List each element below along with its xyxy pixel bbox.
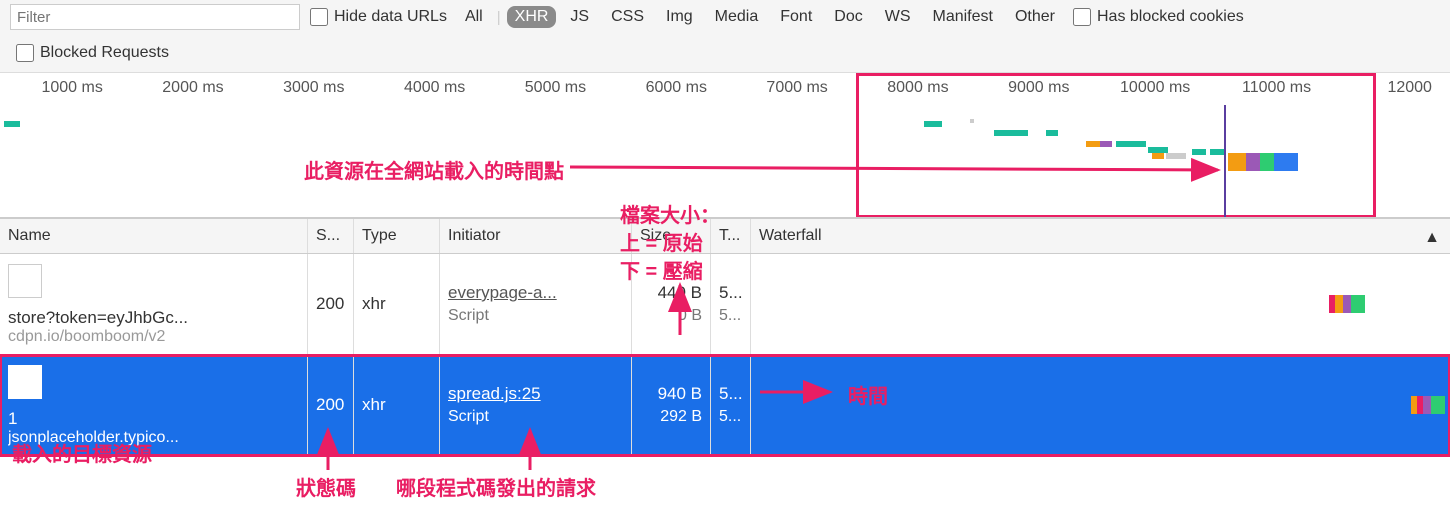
anno-status-code: 狀態碼 (296, 472, 356, 501)
size-resource: 292 B (640, 408, 702, 426)
hide-data-urls-checkbox[interactable]: Hide data URLs (310, 8, 447, 26)
file-icon (8, 264, 42, 298)
anno-timeline-point: 此資源在全網站載入的時間點 (304, 155, 564, 184)
type-filters: All | XHR JS CSS Img Media Font Doc WS M… (457, 6, 1063, 28)
status-cell: 200 (308, 254, 354, 354)
size-transfer: 440 B (640, 283, 702, 303)
file-icon (8, 365, 42, 399)
wf-seg (1423, 396, 1431, 414)
type-filter-font[interactable]: Font (772, 6, 820, 28)
dom-ready-marker (1224, 105, 1226, 217)
wf-chip (1192, 149, 1206, 155)
wf-chip (970, 119, 974, 123)
request-name: 1 (8, 409, 179, 429)
tick: 7000 ms (725, 79, 846, 97)
type-filter-img[interactable]: Img (658, 6, 701, 28)
type-filter-css[interactable]: CSS (603, 6, 652, 28)
blocked-requests-checkbox[interactable]: Blocked Requests (16, 44, 169, 62)
anno-which-code: 哪段程式碼發出的請求 (396, 472, 596, 501)
hide-data-urls-label: Hide data URLs (334, 8, 447, 26)
tick: 2000 ms (121, 79, 242, 97)
tick: 3000 ms (242, 79, 363, 97)
type-filter-xhr[interactable]: XHR (507, 6, 557, 28)
type-cell: xhr (354, 254, 440, 354)
wf-big (1260, 153, 1274, 171)
wf-chip (1166, 153, 1186, 159)
wf-seg (1431, 396, 1445, 414)
size-transfer: 940 B (640, 384, 702, 404)
wf-seg (1343, 295, 1351, 313)
anno-target-resource: 載入的目標資源 (12, 438, 152, 467)
table-row[interactable]: store?token=eyJhbGc... cdpn.io/boomboom/… (0, 254, 1450, 355)
wf-chip (1046, 130, 1058, 136)
time-latency: 5... (719, 307, 742, 325)
filter-input[interactable] (10, 4, 300, 30)
wf-seg (1351, 295, 1365, 313)
wf-chip (1152, 153, 1164, 159)
tick: 6000 ms (604, 79, 725, 97)
status-cell: 200 (308, 355, 354, 455)
table-header: Name S... Type Initiator Size T... Water… (0, 218, 1450, 254)
sort-asc-icon: ▲ (1424, 229, 1440, 247)
wf-chip (994, 130, 1028, 136)
wf-chip (1116, 141, 1146, 147)
col-name[interactable]: Name (0, 219, 308, 253)
has-blocked-cookies-label: Has blocked cookies (1097, 8, 1244, 26)
initiator-link[interactable]: everypage-a... (448, 283, 623, 303)
wf-chip (1086, 141, 1100, 147)
tick: 4000 ms (362, 79, 483, 97)
time-total: 5... (719, 283, 742, 303)
type-filter-manifest[interactable]: Manifest (925, 6, 1001, 28)
initiator-type: Script (448, 408, 623, 426)
network-toolbar: Hide data URLs All | XHR JS CSS Img Medi… (0, 0, 1450, 73)
blocked-requests-label: Blocked Requests (40, 44, 169, 62)
wf-big (1246, 153, 1260, 171)
col-initiator[interactable]: Initiator (440, 219, 632, 253)
has-blocked-cookies-box[interactable] (1073, 8, 1091, 26)
time-latency: 5... (719, 408, 742, 426)
col-status[interactable]: S... (308, 219, 354, 253)
anno-file-size: 檔案大小： 上 = 原始 下 = 壓縮 (620, 202, 720, 286)
wf-chip (4, 121, 20, 127)
anno-time: 時間 (848, 380, 888, 409)
type-filter-all[interactable]: All (457, 6, 491, 28)
col-type[interactable]: Type (354, 219, 440, 253)
request-name: store?token=eyJhbGc... (8, 308, 188, 328)
size-resource: 0 B (640, 307, 702, 325)
request-domain: cdpn.io/boomboom/v2 (8, 328, 188, 346)
overview-area (0, 105, 1450, 217)
blocked-requests-box[interactable] (16, 44, 34, 62)
col-waterfall[interactable]: Waterfall ▲ (751, 219, 1450, 253)
table-row-selected[interactable]: 1 jsonplaceholder.typico... 200 xhr spre… (0, 355, 1450, 456)
type-filter-other[interactable]: Other (1007, 6, 1063, 28)
wf-seg (1335, 295, 1343, 313)
wf-chip (924, 121, 942, 127)
wf-chip (1100, 141, 1112, 147)
initiator-link[interactable]: spread.js:25 (448, 384, 623, 404)
type-filter-doc[interactable]: Doc (826, 6, 870, 28)
type-cell: xhr (354, 355, 440, 455)
tick: 1000 ms (0, 79, 121, 97)
time-total: 5... (719, 384, 742, 404)
type-filter-media[interactable]: Media (707, 6, 767, 28)
initiator-type: Script (448, 307, 623, 325)
timeline-overview[interactable]: 1000 ms 2000 ms 3000 ms 4000 ms 5000 ms … (0, 73, 1450, 218)
tick: 5000 ms (483, 79, 604, 97)
hide-data-urls-box[interactable] (310, 8, 328, 26)
wf-big (1228, 153, 1246, 171)
row-waterfall (759, 262, 1442, 346)
type-filter-js[interactable]: JS (562, 6, 597, 28)
has-blocked-cookies-checkbox[interactable]: Has blocked cookies (1073, 8, 1244, 26)
type-filter-ws[interactable]: WS (877, 6, 919, 28)
wf-big (1274, 153, 1298, 171)
